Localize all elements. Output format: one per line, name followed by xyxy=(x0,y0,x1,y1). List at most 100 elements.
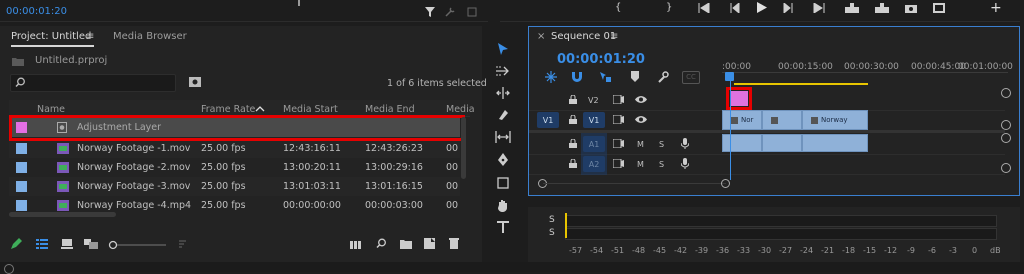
step-back-icon[interactable] xyxy=(730,3,740,13)
table-row[interactable]: Norway Footage -2.mov 25.00 fps 13:00:20… xyxy=(9,158,460,177)
new-item-icon[interactable] xyxy=(424,238,435,249)
mute-a2[interactable]: M xyxy=(637,160,644,169)
razor-tool-icon[interactable] xyxy=(489,104,517,126)
sequence-menu-icon[interactable]: ≡ xyxy=(610,31,618,42)
sync-lock-icon[interactable] xyxy=(613,159,624,168)
column-frame-rate[interactable]: Frame Rate xyxy=(201,104,255,115)
new-search-bin-icon[interactable] xyxy=(189,77,201,87)
sort-ascending-icon[interactable] xyxy=(255,106,265,112)
zoom-slider[interactable] xyxy=(108,240,168,250)
audio-clip[interactable] xyxy=(802,134,868,152)
slip-tool-icon[interactable] xyxy=(489,126,517,148)
comparison-view-icon[interactable] xyxy=(933,3,945,13)
new-bin-icon[interactable] xyxy=(400,239,412,249)
column-media-end[interactable]: Media End xyxy=(365,104,415,115)
play-icon[interactable] xyxy=(757,2,767,13)
label-color-swatch[interactable] xyxy=(16,200,27,211)
tab-media-browser[interactable]: Media Browser xyxy=(113,31,187,42)
source-patch-v1[interactable]: V1 xyxy=(537,112,559,128)
label-color-swatch[interactable] xyxy=(16,143,27,154)
sync-lock-icon[interactable] xyxy=(613,95,624,104)
type-tool-icon[interactable] xyxy=(489,216,517,238)
solo-left-channel[interactable]: S xyxy=(549,215,555,225)
insert-icon[interactable] xyxy=(845,3,859,13)
export-frame-icon[interactable] xyxy=(905,3,917,13)
label-color-swatch[interactable] xyxy=(16,181,27,192)
timeline-scroll-handle[interactable] xyxy=(1001,88,1011,98)
solo-right-channel[interactable]: S xyxy=(549,228,555,238)
timeline-scroll-handle[interactable] xyxy=(1001,163,1011,173)
wrench-small-icon[interactable] xyxy=(444,6,456,18)
list-view-icon[interactable] xyxy=(36,239,48,249)
column-media-duration[interactable]: Media xyxy=(446,104,475,115)
pencil-icon[interactable] xyxy=(10,238,22,250)
linked-selection-icon[interactable] xyxy=(599,71,611,83)
video-clip[interactable]: Norway xyxy=(802,110,868,130)
add-marker-icon[interactable] xyxy=(631,71,639,82)
snap-magnet-icon[interactable] xyxy=(571,71,583,83)
project-horizontal-scrollbar[interactable] xyxy=(9,212,116,217)
video-clip[interactable]: Nor xyxy=(722,110,762,130)
lock-track-icon[interactable] xyxy=(569,159,577,168)
playhead-line[interactable] xyxy=(730,72,731,180)
add-button-icon[interactable]: + xyxy=(990,0,1002,16)
pen-tool-icon[interactable] xyxy=(489,148,517,170)
table-row[interactable]: Norway Footage -3.mov 25.00 fps 13:01:03… xyxy=(9,177,460,196)
horizontal-zoom-bar[interactable] xyxy=(543,183,726,184)
search-input[interactable] xyxy=(10,74,176,92)
source-timecode[interactable]: 00:00:01:20 xyxy=(6,6,67,17)
mark-out-icon[interactable]: } xyxy=(666,2,672,13)
ripple-edit-tool-icon[interactable] xyxy=(489,82,517,104)
top-scrub-marker[interactable] xyxy=(298,0,300,6)
lock-track-icon[interactable] xyxy=(569,115,577,124)
find-icon[interactable] xyxy=(376,238,387,249)
settings-small-icon[interactable] xyxy=(466,6,478,18)
captions-icon[interactable]: CC xyxy=(682,71,700,84)
mute-a1[interactable]: M xyxy=(637,140,644,149)
solo-a1[interactable]: S xyxy=(659,140,664,149)
solo-a2[interactable]: S xyxy=(659,160,664,169)
step-forward-icon[interactable] xyxy=(783,3,793,13)
track-label-v2[interactable]: V2 xyxy=(588,96,599,105)
track-target-v1[interactable]: V1 xyxy=(583,112,605,128)
automate-to-sequence-icon[interactable] xyxy=(350,239,364,249)
table-row[interactable]: Norway Footage -1.mov 25.00 fps 12:43:16… xyxy=(9,139,460,158)
audio-clip[interactable] xyxy=(762,134,802,152)
hand-tool-icon[interactable] xyxy=(489,194,517,216)
nest-toggle-icon[interactable] xyxy=(545,71,557,83)
sequence-timecode[interactable]: 00:00:01:20 xyxy=(557,52,645,67)
lock-track-icon[interactable] xyxy=(569,95,577,104)
panel-menu-icon[interactable]: ≡ xyxy=(86,31,94,42)
sort-icons-icon[interactable] xyxy=(178,239,190,249)
column-name[interactable]: Name xyxy=(37,104,65,115)
overwrite-icon[interactable] xyxy=(875,3,889,13)
track-select-tool-icon[interactable] xyxy=(489,60,517,82)
filter-icon[interactable] xyxy=(424,6,436,18)
lock-track-icon[interactable] xyxy=(569,139,577,148)
tab-project[interactable]: Project: Untitled xyxy=(11,31,91,42)
work-area-bar[interactable] xyxy=(734,83,868,85)
timeline-scroll-handle[interactable] xyxy=(1001,133,1011,143)
delete-icon[interactable] xyxy=(449,238,459,249)
audio-clip[interactable] xyxy=(722,134,762,152)
project-vertical-scrollbar[interactable] xyxy=(461,117,466,179)
mark-in-icon[interactable]: { xyxy=(615,2,621,13)
sync-lock-icon[interactable] xyxy=(613,139,624,148)
freeform-view-icon[interactable] xyxy=(84,239,98,249)
selection-tool-icon[interactable] xyxy=(489,38,517,60)
horizontal-zoom-handle[interactable] xyxy=(721,179,730,188)
column-media-start[interactable]: Media Start xyxy=(283,104,338,115)
timeline-settings-wrench-icon[interactable] xyxy=(657,71,669,83)
close-sequence-icon[interactable]: × xyxy=(537,31,545,42)
go-to-in-icon[interactable] xyxy=(698,3,710,13)
voiceover-mic-icon[interactable] xyxy=(681,158,689,169)
video-clip[interactable] xyxy=(762,110,802,130)
icon-view-icon[interactable] xyxy=(61,239,73,249)
sync-lock-icon[interactable] xyxy=(613,115,624,124)
voiceover-mic-icon[interactable] xyxy=(681,138,689,149)
sequence-tab-title[interactable]: Sequence 01 xyxy=(551,31,616,42)
timeline-scroll-handle[interactable] xyxy=(1001,120,1011,130)
go-to-out-icon[interactable] xyxy=(813,3,825,13)
toggle-output-eye-icon[interactable] xyxy=(635,115,647,124)
rectangle-tool-icon[interactable] xyxy=(489,172,517,194)
